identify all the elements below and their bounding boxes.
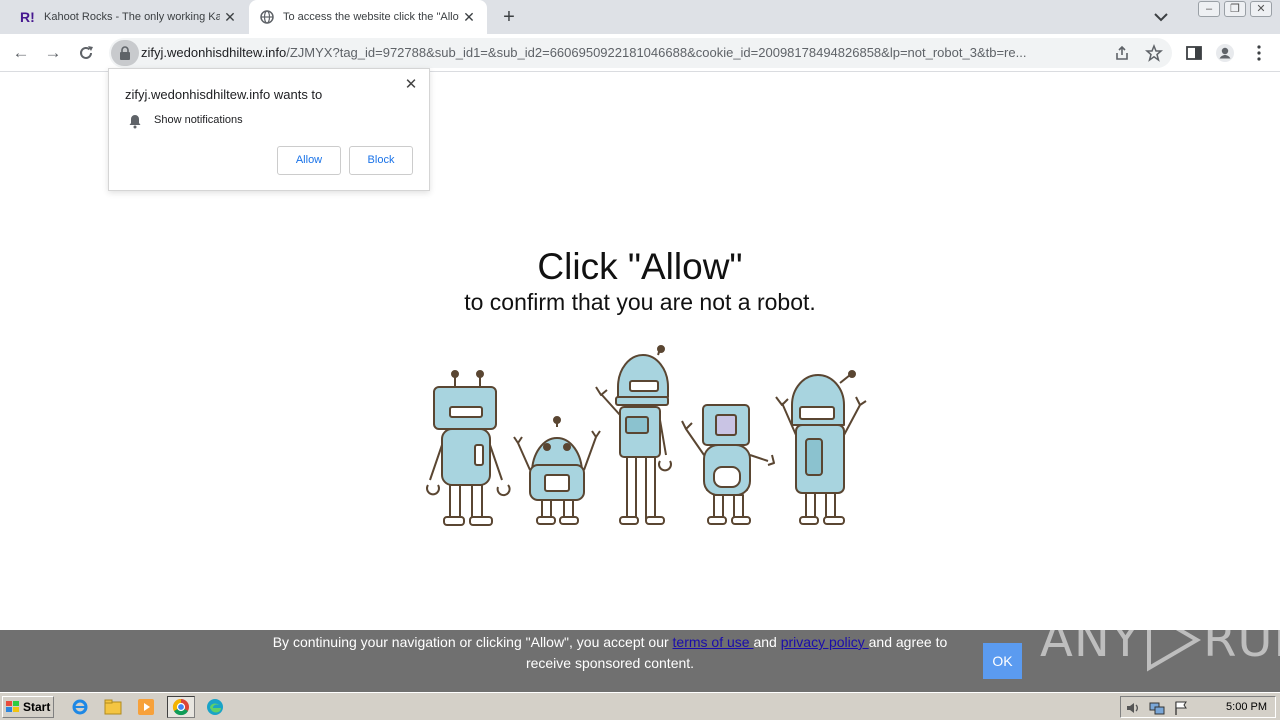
bookmark-star-icon[interactable] (1145, 44, 1163, 62)
tab-close-icon[interactable]: ✕ (461, 9, 477, 25)
bell-icon (129, 115, 141, 129)
play-triangle-icon (1147, 608, 1202, 672)
speaker-icon[interactable] (1125, 700, 1141, 716)
file-explorer-icon[interactable] (101, 696, 125, 718)
tab-title: Kahoot Rocks - The only working Kahoot (44, 11, 220, 23)
profile-avatar-icon[interactable] (1215, 43, 1235, 63)
page-headline: Click "Allow" (537, 246, 743, 287)
window-controls: ‒ ❐ ✕ (1198, 1, 1272, 17)
address-bar[interactable]: zifyj.wedonhisdhiltew.info/ZJMYX?tag_id=… (109, 38, 1172, 68)
media-player-icon[interactable] (134, 696, 158, 718)
allow-button[interactable]: Allow (277, 146, 341, 175)
reload-icon[interactable] (76, 43, 96, 63)
windows-flag-icon (6, 701, 19, 712)
edge-icon[interactable] (203, 696, 227, 718)
side-panel-icon[interactable] (1184, 43, 1204, 63)
permission-label: Show notifications (154, 114, 243, 126)
terms-of-use-link[interactable]: terms of use (673, 634, 754, 650)
taskbar-clock: 5:00 PM (1226, 701, 1267, 713)
close-window-icon[interactable]: ✕ (1250, 1, 1272, 17)
consent-text: By continuing your navigation or clickin… (272, 634, 948, 671)
tab-strip: R! Kahoot Rocks - The only working Kahoo… (0, 0, 1280, 34)
page-subline: to confirm that you are not a robot. (464, 289, 816, 315)
windows-taskbar: Start 5:00 PM (0, 692, 1280, 720)
start-button[interactable]: Start (2, 696, 54, 718)
ok-button[interactable]: OK (983, 643, 1022, 679)
restore-icon[interactable]: ❐ (1224, 1, 1246, 17)
tab-close-icon[interactable]: ✕ (222, 9, 238, 25)
tab-title: To access the website click the "Allow" (283, 11, 459, 23)
tab-search-chevron-icon[interactable] (1152, 10, 1170, 24)
lock-icon[interactable] (111, 40, 139, 66)
prompt-close-icon[interactable]: ✕ (401, 75, 421, 95)
url-text[interactable]: zifyj.wedonhisdhiltew.info/ZJMYX?tag_id=… (141, 45, 1101, 60)
kahoot-favicon-icon: R! (20, 9, 36, 25)
browser-toolbar: ← → zifyj.wedonhisdhiltew.info/ZJMYX?tag… (0, 34, 1280, 72)
back-arrow-icon[interactable]: ← (10, 42, 32, 64)
system-tray: 5:00 PM (1120, 696, 1276, 718)
new-tab-plus-icon[interactable]: + (498, 6, 520, 28)
globe-icon (259, 9, 275, 25)
svg-text:R!: R! (20, 9, 35, 25)
privacy-policy-link[interactable]: privacy policy (781, 634, 869, 650)
chrome-icon[interactable] (167, 696, 195, 718)
robots-illustration-icon (426, 345, 867, 526)
network-icon[interactable] (1149, 700, 1165, 716)
tab-allow-page[interactable]: To access the website click the "Allow" … (249, 0, 487, 34)
prompt-title: zifyj.wedonhisdhiltew.info wants to (125, 87, 323, 102)
tab-kahoot[interactable]: R! Kahoot Rocks - The only working Kahoo… (0, 0, 248, 34)
share-icon[interactable] (1113, 44, 1131, 62)
forward-arrow-icon[interactable]: → (42, 42, 64, 64)
minimize-icon[interactable]: ‒ (1198, 1, 1220, 17)
block-button[interactable]: Block (349, 146, 413, 175)
menu-kebab-icon[interactable] (1249, 43, 1269, 63)
action-center-flag-icon[interactable] (1173, 700, 1189, 716)
internet-explorer-icon[interactable] (68, 696, 92, 718)
anyrun-watermark: ANY RUN (1040, 608, 1280, 672)
notification-permission-prompt: zifyj.wedonhisdhiltew.info wants to ✕ Sh… (108, 68, 430, 191)
